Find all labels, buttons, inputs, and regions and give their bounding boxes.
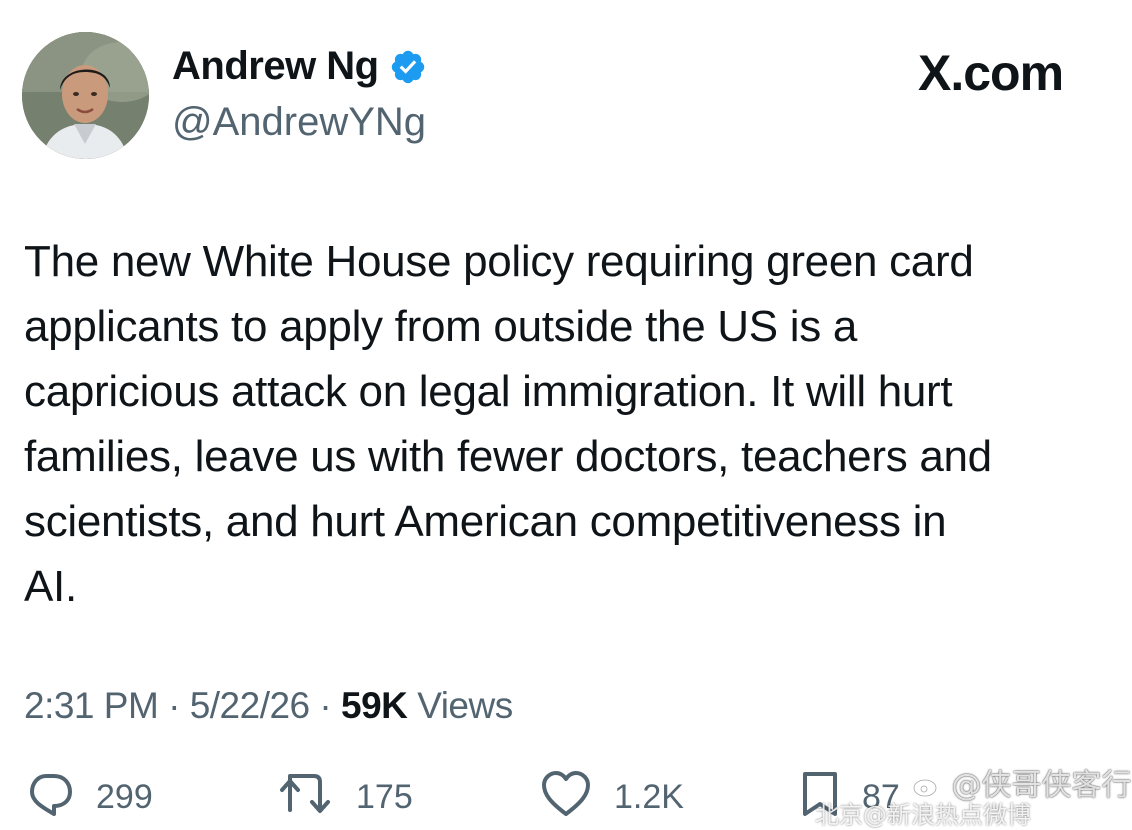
meta-separator: ·: [158, 685, 190, 726]
tweet-text-line: families, leave us with fewer doctors, t…: [24, 432, 992, 481]
heart-icon: [540, 770, 592, 818]
tweet-text: The new White House policy requiring gre…: [24, 229, 1114, 619]
brand-label: X.com: [918, 45, 1064, 101]
tweet-time[interactable]: 2:31 PM: [24, 685, 159, 726]
tweet-text-line: scientists, and hurt American competitiv…: [24, 497, 947, 546]
tweet-text-line: AI.: [24, 562, 77, 611]
verified-badge-icon[interactable]: [389, 48, 427, 86]
tweet-text-line: capricious attack on legal immigration. …: [24, 367, 953, 416]
views-count: 59K: [341, 685, 408, 726]
reply-icon: [26, 770, 74, 818]
author-name-row: Andrew Ng: [172, 44, 427, 89]
views-label: Views: [407, 685, 513, 726]
like-count: 1.2K: [614, 778, 684, 816]
tweet-card: Andrew Ng @AndrewYNg X.com The new White…: [0, 0, 1132, 829]
tweet-date[interactable]: 5/22/26: [190, 685, 310, 726]
avatar[interactable]: [22, 32, 149, 159]
watermark-secondary: 北京@新浪热点微博: [815, 801, 1031, 829]
meta-separator: ·: [309, 685, 342, 726]
tweet-meta: 2:31 PM · 5/22/26 · 59K Views: [24, 685, 513, 727]
avatar-photo: [22, 32, 149, 159]
author-display-name[interactable]: Andrew Ng: [172, 44, 379, 89]
author-handle[interactable]: @AndrewYNg: [172, 100, 426, 145]
reply-count: 299: [96, 778, 153, 816]
repost-count: 175: [356, 778, 413, 816]
tweet-text-line: The new White House policy requiring gre…: [24, 237, 974, 286]
tweet-text-line: applicants to apply from outside the US …: [24, 302, 858, 351]
repost-icon: [278, 770, 334, 818]
repost-button[interactable]: 175: [278, 770, 413, 818]
like-button[interactable]: 1.2K: [540, 770, 684, 818]
reply-button[interactable]: 299: [26, 770, 153, 818]
